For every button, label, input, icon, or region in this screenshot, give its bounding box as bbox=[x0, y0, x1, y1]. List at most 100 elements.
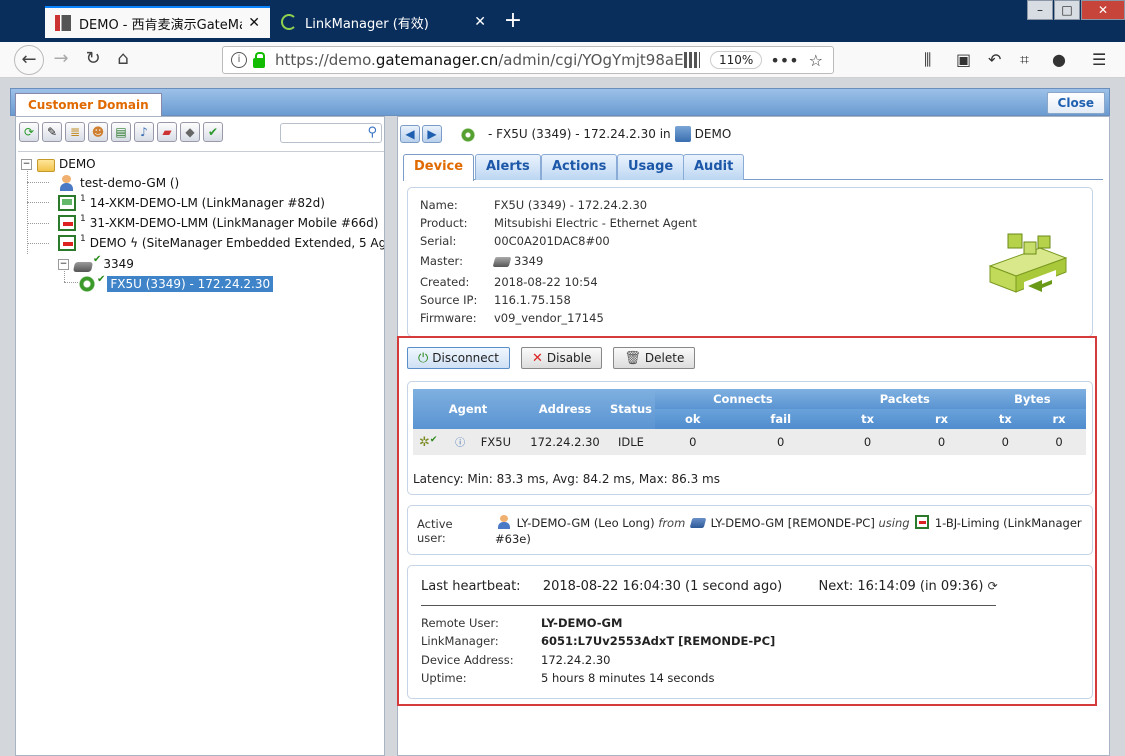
bytes-tx-cell: 0 bbox=[978, 429, 1032, 455]
detail-title: - FX5U (3349) - 172.24.2.30 in bbox=[488, 127, 671, 141]
tools-icon[interactable]: ✎ bbox=[42, 122, 62, 142]
active-user-label: Active user: bbox=[417, 517, 453, 545]
sitemanager-icon bbox=[72, 262, 94, 272]
close-button[interactable]: Close bbox=[1046, 92, 1105, 114]
delete-button[interactable]: 🗑 Delete bbox=[613, 347, 696, 369]
tree-node-root[interactable]: − DEMO bbox=[21, 154, 96, 174]
sitemanager-icon[interactable]: ◆ bbox=[180, 122, 200, 142]
loading-spinner-icon bbox=[281, 14, 297, 30]
undo-icon[interactable]: ↶ bbox=[988, 50, 1001, 69]
browser-tab-gatemanager[interactable]: DEMO - 西肯麦演示GateMan ✕ bbox=[45, 6, 270, 38]
home-button[interactable]: ⌂ bbox=[108, 45, 138, 75]
col-status: Status bbox=[607, 389, 655, 429]
library-icon[interactable]: ⫼ bbox=[924, 50, 931, 70]
packets-rx-cell: 0 bbox=[904, 429, 979, 455]
alarm-bell-icon[interactable]: ♪ bbox=[134, 122, 154, 142]
page-actions-icon[interactable]: ••• bbox=[770, 51, 798, 70]
tree-node-user[interactable]: test-demo-GM () bbox=[58, 173, 179, 193]
back-button[interactable]: ← bbox=[14, 45, 44, 75]
flag-count: 1 bbox=[80, 214, 86, 224]
tree-node-linkmanager-mobile[interactable]: 1 31-XKM-DEMO-LMM (LinkManager Mobile #6… bbox=[58, 213, 378, 233]
info-row-firmware: Firmware: v09_vendor_17145 bbox=[420, 311, 604, 325]
pc-icon bbox=[689, 518, 707, 528]
users-icon[interactable]: ☻ bbox=[88, 122, 108, 142]
tree-node-label[interactable]: DEMO bbox=[59, 157, 96, 171]
tab-usage[interactable]: Usage bbox=[617, 154, 685, 180]
approve-icon[interactable]: ✔ bbox=[203, 122, 223, 142]
tree-node-sitemanager[interactable]: − ✔ 3349 bbox=[58, 254, 134, 274]
hb-row-device-address: Device Address: 172.24.2.30 bbox=[421, 653, 611, 667]
tab-device[interactable]: Device bbox=[403, 154, 475, 181]
forward-arrow-button[interactable]: ▶ bbox=[422, 125, 442, 143]
info-row-name: Name: FX5U (3349) - 172.24.2.30 bbox=[420, 198, 648, 212]
power-icon: ⏻ bbox=[418, 350, 429, 366]
toolbox-icon[interactable]: ▰ bbox=[157, 122, 177, 142]
menu-icon[interactable]: ☰ bbox=[1092, 50, 1106, 69]
refresh-icon[interactable]: ⟳ bbox=[19, 122, 39, 142]
tab-actions[interactable]: Actions bbox=[541, 154, 618, 180]
info-row-created: Created: 2018-08-22 10:54 bbox=[420, 275, 598, 289]
url-text[interactable]: https://demo.gatemanager.cn/admin/cgi/YO… bbox=[275, 51, 684, 69]
tab-label: LinkManager (有效) bbox=[305, 16, 429, 32]
active-user-box: Active user: LY-DEMO-GM (Leo Long) from … bbox=[407, 505, 1093, 555]
reload-button[interactable]: ↻ bbox=[78, 45, 108, 75]
disable-button[interactable]: ✕ Disable bbox=[520, 347, 603, 369]
tree-node-label[interactable]: DEMO ϟ (SiteManager Embedded Extended, 5… bbox=[90, 236, 384, 250]
bookmark-star-icon[interactable]: ☆ bbox=[809, 51, 823, 70]
customer-domain-tab[interactable]: Customer Domain bbox=[15, 93, 162, 117]
tab-close-icon[interactable]: ✕ bbox=[474, 14, 486, 30]
tree-node-label[interactable]: 14-XKM-DEMO-LM (LinkManager #82d) bbox=[90, 196, 325, 210]
refresh-heartbeat-icon[interactable]: ⟳ bbox=[988, 579, 998, 593]
tree-line bbox=[27, 202, 49, 203]
linkmanager-icon bbox=[58, 195, 76, 211]
col-connects-ok: ok bbox=[655, 409, 731, 429]
tree-node-label[interactable]: FX5U (3349) - 172.24.2.30 bbox=[107, 276, 274, 292]
tree-node-linkmanager[interactable]: 1 14-XKM-DEMO-LM (LinkManager #82d) bbox=[58, 193, 325, 213]
tab-close-icon[interactable]: ✕ bbox=[248, 15, 260, 31]
tab-alerts[interactable]: Alerts bbox=[475, 154, 541, 180]
linkmanager-icon bbox=[915, 515, 930, 529]
site-info-icon[interactable]: i bbox=[231, 52, 247, 68]
info-icon[interactable]: ⓘ bbox=[455, 438, 465, 449]
maximize-button[interactable]: □ bbox=[1054, 0, 1080, 20]
new-tab-button[interactable]: + bbox=[500, 8, 526, 33]
minimize-button[interactable]: – bbox=[1027, 0, 1053, 20]
packets-tx-cell: 0 bbox=[830, 429, 905, 455]
sidebar-icon[interactable]: ▣ bbox=[956, 50, 971, 69]
online-check-icon: ✔ bbox=[97, 273, 106, 285]
device-icon bbox=[460, 125, 482, 143]
back-arrow-button[interactable]: ◀ bbox=[400, 125, 420, 143]
collapse-toggle[interactable]: − bbox=[21, 158, 32, 170]
search-icon[interactable]: ⚲ bbox=[367, 125, 377, 140]
detail-domain[interactable]: DEMO bbox=[695, 127, 732, 141]
disconnect-button[interactable]: ⏻ Disconnect bbox=[407, 347, 510, 369]
tree-node-label[interactable]: 3349 bbox=[103, 257, 134, 271]
app-header: Customer Domain Close bbox=[10, 88, 1110, 117]
linkmanager-icon[interactable]: ▤ bbox=[111, 122, 131, 142]
tree-node-label[interactable]: 31-XKM-DEMO-LMM (LinkManager Mobile #66d… bbox=[90, 216, 379, 230]
address-cell: 172.24.2.30 bbox=[523, 429, 607, 455]
domains-icon[interactable]: ≣ bbox=[65, 122, 85, 142]
domain-icon bbox=[674, 126, 691, 142]
tree-node-label[interactable]: test-demo-GM () bbox=[80, 176, 179, 190]
agent-stats-box: Agent Address Status Connects Packets By… bbox=[407, 381, 1093, 495]
browser-nav-bar: ← → ↻ ⌂ i https://demo.gatemanager.cn/ad… bbox=[0, 42, 1125, 78]
browser-tab-linkmanager[interactable]: LinkManager (有效) ✕ bbox=[271, 6, 496, 38]
qr-code-icon[interactable] bbox=[684, 52, 701, 68]
zoom-level[interactable]: 110% bbox=[710, 51, 763, 69]
chat-icon[interactable]: ● bbox=[1052, 50, 1066, 69]
tree-search-input[interactable]: ⚲ bbox=[280, 123, 382, 143]
domain-tree-panel: ⟳ ✎ ≣ ☻ ▤ ♪ ▰ ◆ ✔ ⚲ − DEMO test-demo-GM … bbox=[15, 116, 385, 756]
info-row-product: Product: Mitsubishi Electric - Ethernet A… bbox=[420, 216, 697, 230]
device-icon bbox=[78, 276, 96, 292]
tree-line bbox=[27, 182, 49, 183]
tree-node-device-selected[interactable]: ✔ FX5U (3349) - 172.24.2.30 bbox=[78, 273, 274, 294]
tab-audit[interactable]: Audit bbox=[683, 154, 745, 180]
window-close-button[interactable]: ✕ bbox=[1081, 0, 1125, 20]
address-bar[interactable]: i https://demo.gatemanager.cn/admin/cgi/… bbox=[222, 46, 834, 74]
tree-node-sitemanager-embedded[interactable]: 1 DEMO ϟ (SiteManager Embedded Extended,… bbox=[58, 233, 384, 253]
browser-tab-bar: DEMO - 西肯麦演示GateMan ✕ LinkManager (有效) ✕… bbox=[0, 0, 1125, 42]
forward-button[interactable]: → bbox=[46, 45, 76, 75]
crop-icon[interactable]: ⌗ bbox=[1020, 50, 1029, 70]
collapse-toggle[interactable]: − bbox=[58, 258, 69, 270]
